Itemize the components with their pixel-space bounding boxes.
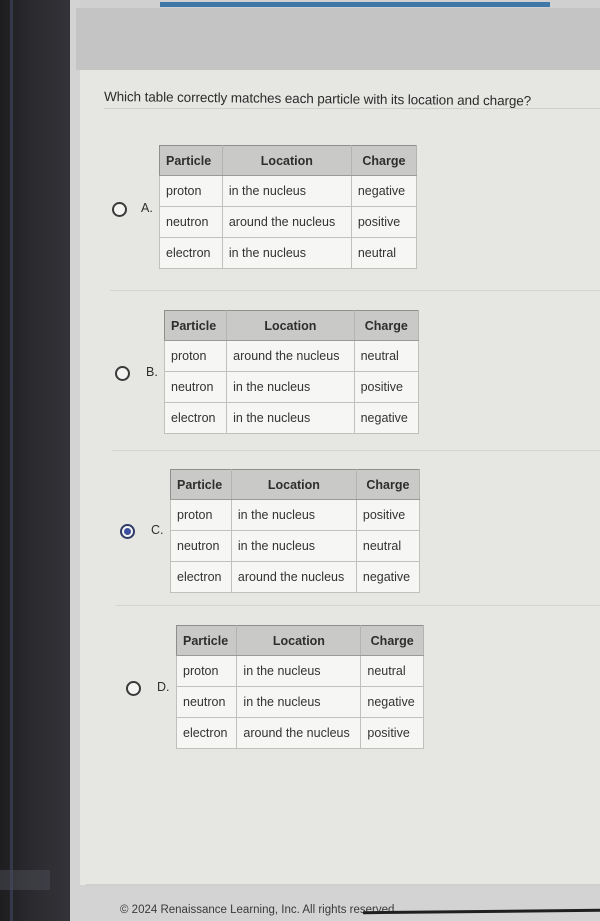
cell-charge: positive — [350, 206, 418, 238]
table-row: proton in the nucleus negative — [159, 175, 418, 207]
header-location: Location — [226, 310, 355, 341]
divider — [116, 605, 600, 606]
copyright-footer: © 2024 Renaissance Learning, Inc. All ri… — [120, 904, 398, 916]
cell-particle: electron — [170, 561, 232, 593]
divider — [110, 290, 600, 291]
table-row: proton in the nucleus neutral — [175, 655, 424, 687]
cell-charge: negative — [353, 402, 420, 434]
radio-button-b[interactable] — [115, 366, 130, 381]
progress-accent-bar — [160, 2, 550, 7]
table-row: proton around the nucleus neutral — [163, 340, 420, 372]
cell-particle: neutron — [175, 686, 238, 718]
table-row: electron in the nucleus negative — [163, 402, 420, 434]
answer-table-a: Particle Location Charge proton in the n… — [159, 145, 418, 269]
bezel-shadow — [0, 870, 50, 890]
cell-charge: positive — [355, 499, 421, 531]
cell-charge: positive — [360, 717, 424, 749]
cell-particle: proton — [159, 175, 223, 207]
cell-particle: electron — [175, 717, 238, 749]
header-charge: Charge — [351, 145, 418, 176]
cell-charge: neutral — [350, 237, 418, 269]
table-row: neutron around the nucleus positive — [159, 206, 418, 238]
cell-location: in the nucleus — [236, 686, 362, 718]
cell-particle: proton — [175, 655, 238, 687]
header-band — [76, 8, 600, 70]
header-charge: Charge — [356, 469, 421, 500]
header-location: Location — [236, 625, 362, 656]
header-particle: Particle — [170, 469, 232, 500]
option-letter: B. — [146, 365, 158, 379]
table-row: neutron in the nucleus negative — [175, 686, 424, 718]
cell-location: around the nucleus — [226, 340, 355, 372]
table-row: electron in the nucleus neutral — [159, 237, 418, 269]
cell-charge: neutral — [355, 530, 421, 562]
cell-charge: negative — [355, 561, 421, 593]
table-row: proton in the nucleus positive — [170, 499, 421, 531]
cell-particle: neutron — [163, 371, 228, 403]
cell-location: around the nucleus — [236, 717, 362, 749]
table-row: neutron in the nucleus positive — [163, 371, 420, 403]
header-particle: Particle — [159, 145, 223, 176]
table-row: neutron in the nucleus neutral — [170, 530, 421, 562]
answer-table-d: Particle Location Charge proton in the n… — [175, 625, 424, 749]
table-row: electron around the nucleus negative — [170, 561, 421, 593]
cell-particle: neutron — [170, 530, 232, 562]
divider — [104, 108, 600, 109]
cell-location: in the nucleus — [226, 371, 355, 403]
radio-button-a[interactable] — [112, 202, 127, 217]
cell-location: in the nucleus — [221, 237, 352, 269]
cell-location: around the nucleus — [230, 561, 357, 593]
cell-location: around the nucleus — [221, 206, 352, 238]
option-letter: C. — [151, 523, 164, 537]
cell-particle: electron — [159, 237, 223, 269]
table-row: electron around the nucleus positive — [175, 717, 424, 749]
header-location: Location — [222, 145, 352, 176]
cell-particle: proton — [163, 340, 228, 372]
divider — [112, 450, 600, 451]
radio-button-d[interactable] — [126, 681, 141, 696]
cell-location: in the nucleus — [230, 530, 357, 562]
cell-charge: neutral — [353, 340, 420, 372]
cell-particle: neutron — [159, 206, 223, 238]
header-location: Location — [231, 469, 357, 500]
answer-table-b: Particle Location Charge proton around t… — [163, 310, 420, 434]
option-letter: A. — [141, 201, 153, 215]
bezel-edge — [10, 0, 13, 921]
header-charge: Charge — [360, 625, 424, 656]
cell-charge: negative — [360, 686, 424, 718]
cell-charge: negative — [350, 175, 418, 207]
cell-location: in the nucleus — [230, 499, 357, 531]
cell-location: in the nucleus — [221, 175, 352, 207]
option-letter: D. — [157, 680, 170, 694]
cell-location: in the nucleus — [226, 402, 355, 434]
header-particle: Particle — [176, 625, 238, 656]
cell-charge: neutral — [360, 655, 424, 687]
cell-particle: proton — [170, 499, 232, 531]
radio-button-c-selected[interactable] — [120, 524, 135, 539]
footer-divider — [86, 884, 600, 886]
header-particle: Particle — [164, 310, 228, 341]
cell-charge: positive — [353, 371, 420, 403]
cell-particle: electron — [163, 402, 228, 434]
header-charge: Charge — [354, 310, 420, 341]
cell-location: in the nucleus — [236, 655, 362, 687]
answer-table-c: Particle Location Charge proton in the n… — [170, 469, 421, 593]
